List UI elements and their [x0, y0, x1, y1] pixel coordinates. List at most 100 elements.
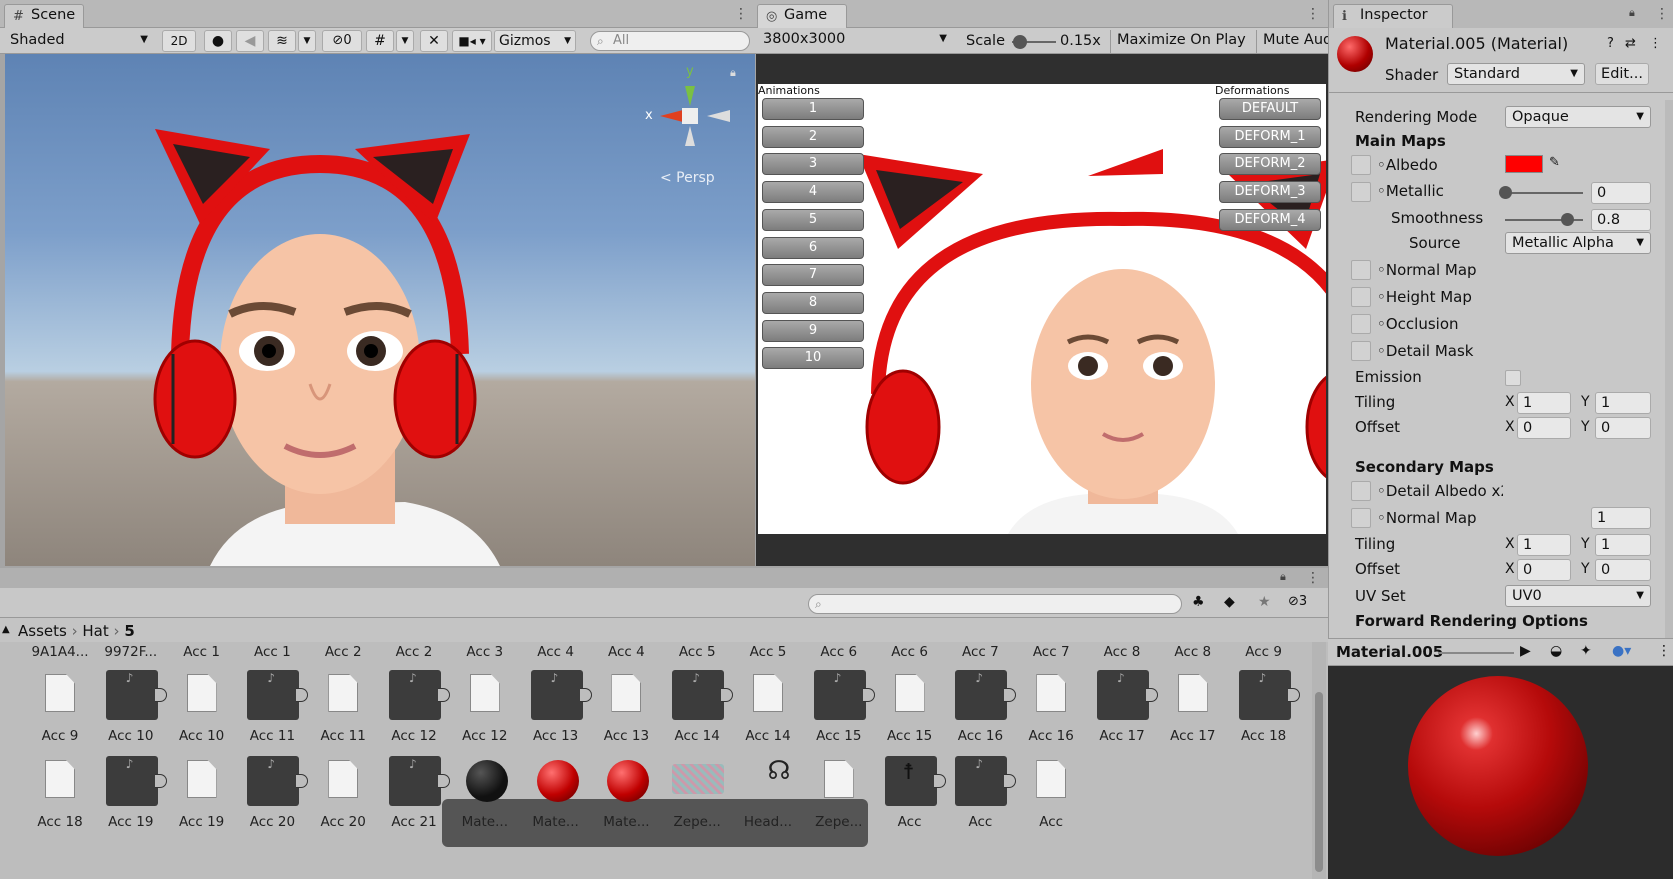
asset-item[interactable]: 9A1A4...: [25, 642, 95, 664]
animation-button[interactable]: 7: [762, 264, 864, 287]
inspector-menu-icon[interactable]: ⋮: [1655, 6, 1669, 22]
asset-item[interactable]: ♪ Acc 18: [1229, 668, 1300, 748]
metallic-slider[interactable]: [1499, 186, 1583, 199]
preview-mesh-icon[interactable]: ◒: [1550, 643, 1562, 659]
animation-button[interactable]: 9: [762, 319, 864, 342]
asset-item[interactable]: ♪Acc 2: [379, 642, 449, 664]
asset-item[interactable]: ☨ Acc: [875, 754, 946, 834]
scale-slider-thumb[interactable]: [1013, 35, 1027, 49]
albedo-texture-slot[interactable]: [1351, 155, 1371, 175]
smoothness-slider[interactable]: [1505, 213, 1583, 226]
metallic-value-field[interactable]: 0: [1591, 182, 1651, 204]
asset-grid-scroll-thumb[interactable]: [1315, 692, 1323, 872]
expand-arrow-icon[interactable]: [862, 688, 875, 702]
animation-button[interactable]: 4: [762, 181, 864, 204]
inspector-lock-icon[interactable]: 🔒︎: [1629, 6, 1635, 20]
preset-icon[interactable]: ⇄: [1625, 36, 1636, 51]
preview-light-icon[interactable]: ✦: [1580, 643, 1592, 659]
expand-arrow-icon[interactable]: [1146, 688, 1158, 702]
hidden-packages-icon[interactable]: ⊘3: [1288, 594, 1307, 609]
asset-item[interactable]: Acc 20: [308, 754, 378, 834]
animation-button[interactable]: 3: [762, 153, 864, 176]
detail-albedo-slot[interactable]: [1351, 481, 1371, 501]
tools-icon[interactable]: ✕: [420, 30, 448, 52]
asset-item[interactable]: ♪ Acc 14: [662, 668, 734, 748]
asset-item[interactable]: ♪Acc 8: [1087, 642, 1157, 664]
albedo-color-swatch[interactable]: [1505, 155, 1543, 173]
gizmos-button[interactable]: Gizmos ▼: [494, 30, 576, 52]
asset-item[interactable]: ♪ Acc 12: [379, 668, 450, 748]
animation-button[interactable]: 5: [762, 208, 864, 231]
asset-item[interactable]: Acc 18: [25, 754, 95, 834]
project-lock-icon[interactable]: 🔒︎: [1280, 570, 1286, 584]
expand-arrow-icon[interactable]: [296, 774, 309, 788]
deformation-button[interactable]: DEFORM_3: [1219, 181, 1321, 204]
asset-item[interactable]: ♪Acc 9: [1229, 642, 1299, 664]
tab-inspector[interactable]: ℹ Inspector: [1333, 4, 1453, 28]
scene-search-input[interactable]: ⌕ All: [590, 31, 750, 51]
animation-button[interactable]: 10: [762, 347, 864, 370]
asset-item[interactable]: Acc 16: [1016, 668, 1086, 748]
asset-item[interactable]: Zepe...: [662, 754, 732, 834]
deformation-button[interactable]: DEFORM_4: [1219, 208, 1321, 231]
asset-grid-scrollbar[interactable]: [1312, 642, 1326, 879]
asset-item[interactable]: ♪Acc 6: [804, 642, 874, 664]
asset-item[interactable]: ♪Acc 7: [945, 642, 1015, 664]
favorites-icon[interactable]: ★: [1258, 594, 1271, 610]
asset-item[interactable]: Acc 4: [591, 642, 661, 664]
asset-item[interactable]: ♪ Acc 11: [237, 668, 309, 748]
preview-shape-dropdown-icon[interactable]: ●▾: [1612, 643, 1631, 659]
metallic-slider-thumb[interactable]: [1499, 186, 1512, 199]
effects-dropdown-icon[interactable]: ▼: [298, 30, 316, 52]
scene-menu-icon[interactable]: ⋮: [734, 6, 748, 22]
asset-item[interactable]: ♪ Acc 10: [96, 668, 167, 748]
shader-dropdown[interactable]: Standard ▼: [1447, 63, 1585, 85]
expand-arrow-icon[interactable]: [721, 688, 734, 702]
asset-item[interactable]: Acc 2: [308, 642, 378, 664]
metallic-texture-slot[interactable]: [1351, 182, 1371, 202]
play-icon[interactable]: ▶: [1520, 643, 1531, 659]
toggle-2d-button[interactable]: 2D: [162, 30, 196, 52]
asset-item[interactable]: ♪Acc 1: [237, 642, 307, 664]
hidden-objects-icon[interactable]: ⊘0: [322, 30, 362, 52]
asset-item[interactable]: ♪Acc 5: [662, 642, 732, 664]
expand-arrow-icon[interactable]: [933, 774, 946, 788]
expand-arrow-icon[interactable]: [1004, 774, 1017, 788]
asset-item[interactable]: Zepe...: [804, 754, 874, 834]
offset-y-field[interactable]: 0: [1595, 417, 1651, 439]
animation-button[interactable]: 2: [762, 125, 864, 148]
asset-item[interactable]: ♪ Acc 15: [804, 668, 875, 748]
asset-item[interactable]: Acc 10: [167, 668, 237, 748]
project-search-input[interactable]: ⌕: [808, 594, 1182, 614]
breadcrumb-assets[interactable]: Assets: [18, 622, 67, 640]
lighting-toggle-icon[interactable]: ●: [204, 30, 232, 52]
asset-item[interactable]: ♪ Acc 16: [945, 668, 1017, 748]
preview-menu-icon[interactable]: ⋮: [1657, 643, 1671, 659]
expand-arrow-icon[interactable]: [296, 688, 309, 702]
projection-label[interactable]: < Persp: [660, 170, 715, 186]
asset-item[interactable]: ☊ Head...: [733, 754, 803, 834]
asset-item[interactable]: Acc 9: [25, 668, 95, 748]
asset-item[interactable]: Acc 17: [1158, 668, 1228, 748]
grid-toggle-icon[interactable]: #: [366, 30, 394, 52]
asset-item[interactable]: ♪ Acc 19: [96, 754, 167, 834]
tab-scene[interactable]: # Scene: [4, 4, 84, 28]
tiling2-x-field[interactable]: 1: [1517, 534, 1571, 556]
help-icon[interactable]: ?: [1607, 36, 1614, 51]
emission-checkbox[interactable]: [1505, 370, 1521, 386]
project-menu-icon[interactable]: ⋮: [1306, 570, 1320, 586]
expand-arrow-icon[interactable]: [154, 688, 167, 702]
asset-item[interactable]: Acc 15: [875, 668, 945, 748]
preview-resize-handle[interactable]: [1438, 652, 1514, 654]
tab-game[interactable]: ◎ Game: [757, 4, 847, 28]
resolution-dropdown[interactable]: 3800x3000 ▼: [757, 29, 953, 51]
asset-item[interactable]: Acc 7: [1016, 642, 1086, 664]
orientation-gizmo[interactable]: y x: [645, 64, 735, 166]
asset-item[interactable]: Acc 6: [875, 642, 945, 664]
asset-item[interactable]: ♪ Acc 13: [521, 668, 592, 748]
animation-button[interactable]: 8: [762, 291, 864, 314]
normal-map-slot[interactable]: [1351, 260, 1371, 280]
breadcrumb-current[interactable]: 5: [124, 622, 134, 640]
smoothness-slider-thumb[interactable]: [1561, 213, 1574, 226]
game-viewport[interactable]: Animations Deformations 1 2 3 4 5 6 7 8 9 10 DEFA…: [758, 84, 1326, 534]
